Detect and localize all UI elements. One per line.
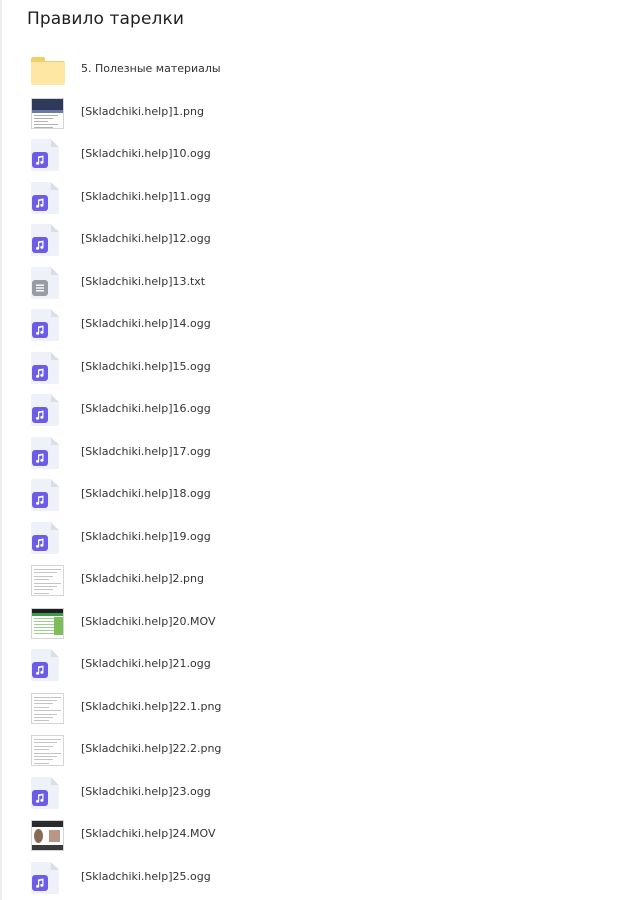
file-row[interactable]: [Skladchiki.help]10.ogg <box>0 134 620 177</box>
thumbnail-preview <box>31 607 64 639</box>
image-thumbnail-icon <box>31 564 65 596</box>
file-name[interactable]: [Skladchiki.help]19.ogg <box>81 530 211 543</box>
music-note-icon <box>32 194 48 211</box>
thumbnail-preview <box>31 692 64 724</box>
music-note-icon <box>32 789 48 806</box>
file-row[interactable]: [Skladchiki.help]20.MOV <box>0 602 620 645</box>
file-name[interactable]: [Skladchiki.help]10.ogg <box>81 147 211 160</box>
file-name[interactable]: [Skladchiki.help]17.ogg <box>81 445 211 458</box>
image-thumbnail-icon <box>31 692 65 724</box>
file-row[interactable]: [Skladchiki.help]2.png <box>0 559 620 602</box>
audio-file-icon <box>31 436 65 469</box>
file-name[interactable]: [Skladchiki.help]2.png <box>81 572 204 585</box>
music-note-icon <box>32 534 48 551</box>
file-row[interactable]: [Skladchiki.help]19.ogg <box>0 517 620 560</box>
audio-file-icon <box>31 861 65 894</box>
file-name[interactable]: [Skladchiki.help]25.ogg <box>81 870 211 883</box>
file-name[interactable]: [Skladchiki.help]13.txt <box>81 275 205 288</box>
file-name[interactable]: [Skladchiki.help]15.ogg <box>81 360 211 373</box>
file-name[interactable]: [Skladchiki.help]21.ogg <box>81 657 211 670</box>
file-name[interactable]: [Skladchiki.help]14.ogg <box>81 317 211 330</box>
file-name[interactable]: [Skladchiki.help]23.ogg <box>81 785 211 798</box>
audio-file-icon <box>31 309 65 341</box>
video-thumbnail-icon <box>31 607 65 639</box>
music-note-icon <box>32 449 48 466</box>
file-browser-page: Правило тарелки 5. Полезные материалы [Sk… <box>0 0 637 900</box>
file-name[interactable]: [Skladchiki.help]1.png <box>81 105 204 118</box>
audio-file-icon <box>31 351 65 384</box>
file-row[interactable]: [Skladchiki.help]17.ogg <box>0 432 620 475</box>
file-row[interactable]: [Skladchiki.help]16.ogg <box>0 389 620 432</box>
file-name[interactable]: [Skladchiki.help]22.1.png <box>81 700 221 713</box>
file-name[interactable]: [Skladchiki.help]16.ogg <box>81 402 211 415</box>
file-row[interactable]: [Skladchiki.help]12.ogg <box>0 219 620 262</box>
music-note-icon <box>32 152 48 168</box>
file-row[interactable]: [Skladchiki.help]1.png <box>0 92 620 135</box>
image-thumbnail-icon <box>31 97 65 129</box>
thumbnail-preview <box>31 735 64 766</box>
thumbnail-preview <box>31 97 64 129</box>
music-note-icon <box>32 874 48 891</box>
file-row[interactable]: [Skladchiki.help]25.ogg <box>0 857 620 900</box>
file-name[interactable]: 5. Полезные материалы <box>81 62 221 75</box>
audio-file-icon <box>31 479 65 511</box>
file-row[interactable]: [Skladchiki.help]22.1.png <box>0 687 620 730</box>
file-row[interactable]: [Skladchiki.help]14.ogg <box>0 304 620 347</box>
page-title: Правило тарелки <box>27 9 184 29</box>
file-list: 5. Полезные материалы [Skladchiki.help]1.… <box>0 49 637 899</box>
audio-file-icon <box>31 224 65 256</box>
thumbnail-preview <box>31 820 64 851</box>
file-row[interactable]: [Skladchiki.help]21.ogg <box>0 644 620 687</box>
file-row[interactable]: [Skladchiki.help]18.ogg <box>0 474 620 517</box>
file-name[interactable]: [Skladchiki.help]12.ogg <box>81 232 211 245</box>
folder-icon <box>31 54 65 86</box>
file-row[interactable]: [Skladchiki.help]22.2.png <box>0 729 620 772</box>
file-name[interactable]: [Skladchiki.help]18.ogg <box>81 487 211 500</box>
file-name[interactable]: [Skladchiki.help]11.ogg <box>81 190 211 203</box>
text-file-icon <box>31 266 65 299</box>
music-note-icon <box>32 492 48 508</box>
audio-file-icon <box>31 776 65 809</box>
music-note-icon <box>32 364 48 381</box>
image-thumbnail-icon <box>31 734 65 766</box>
file-name[interactable]: [Skladchiki.help]22.2.png <box>81 742 221 755</box>
file-name[interactable]: [Skladchiki.help]24.MOV <box>81 827 215 840</box>
audio-file-icon <box>31 649 65 681</box>
music-note-icon <box>32 662 48 678</box>
audio-file-icon <box>31 521 65 554</box>
music-note-icon <box>32 322 48 338</box>
video-thumbnail-icon <box>31 819 65 851</box>
file-name[interactable]: [Skladchiki.help]20.MOV <box>81 615 215 628</box>
audio-file-icon <box>31 139 65 171</box>
folder-shape <box>31 57 65 85</box>
text-lines-icon <box>32 279 48 296</box>
file-row[interactable]: [Skladchiki.help]23.ogg <box>0 772 620 815</box>
audio-file-icon <box>31 181 65 214</box>
music-note-icon <box>32 407 48 423</box>
audio-file-icon <box>31 394 65 426</box>
thumbnail-preview <box>31 565 64 596</box>
file-row[interactable]: [Skladchiki.help]24.MOV <box>0 814 620 857</box>
file-row[interactable]: [Skladchiki.help]15.ogg <box>0 347 620 390</box>
music-note-icon <box>32 237 48 253</box>
file-row[interactable]: [Skladchiki.help]13.txt <box>0 262 620 305</box>
folder-row[interactable]: 5. Полезные материалы <box>0 49 620 92</box>
file-row[interactable]: [Skladchiki.help]11.ogg <box>0 177 620 220</box>
